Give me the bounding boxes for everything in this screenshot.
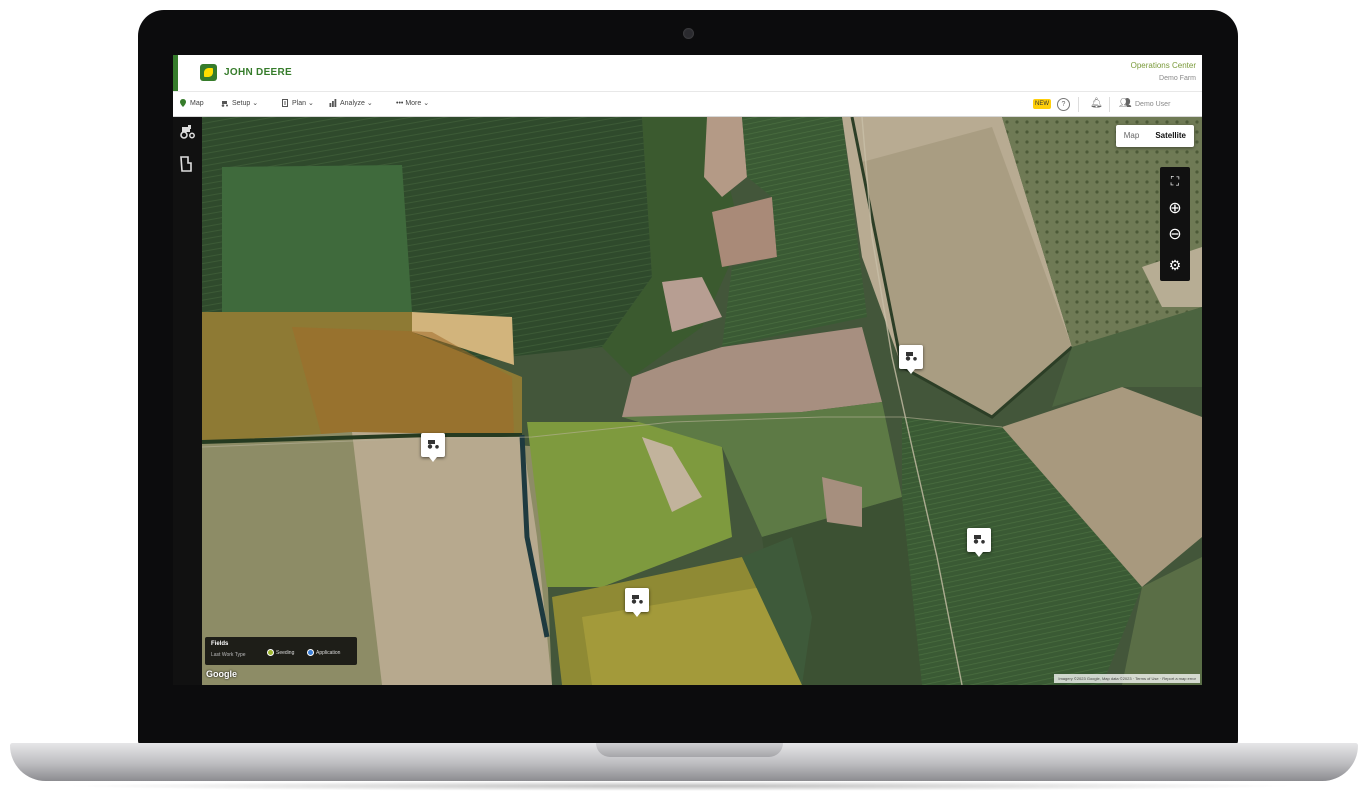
- divider: [1109, 97, 1110, 112]
- nav-label: Map: [190, 99, 204, 107]
- legend-title: Fields: [211, 641, 229, 647]
- divider: [1078, 97, 1079, 112]
- legend-item-seeding: Seeding: [267, 649, 294, 656]
- satellite-imagery: [202, 117, 1202, 685]
- map-view-button[interactable]: Map: [1116, 125, 1148, 147]
- legend-item-application: Application: [307, 649, 340, 656]
- brand-name: JOHN DEERE: [224, 67, 293, 78]
- tractor-icon: [427, 440, 439, 449]
- map-legend: Fields Last Work Type Seeding Applicatio…: [205, 637, 357, 665]
- nav-item-analyze[interactable]: Analyze ⌄: [329, 99, 373, 108]
- google-logo: Google: [206, 669, 237, 679]
- nav-label: Analyze: [340, 100, 365, 107]
- nav-item-setup[interactable]: Setup ⌄: [221, 99, 258, 107]
- tractor-icon: [631, 595, 643, 604]
- screen: JOHN DEERE Operations Center Demo Farm M…: [173, 55, 1202, 685]
- brand-header: JOHN DEERE Operations Center Demo Farm: [173, 55, 1202, 91]
- more-dots-icon: •••: [396, 100, 404, 107]
- equipment-marker[interactable]: [625, 588, 649, 617]
- new-badge[interactable]: NEW: [1033, 99, 1051, 109]
- map-pin-icon: [180, 99, 186, 107]
- user-icon[interactable]: 👥︎: [1119, 98, 1132, 109]
- app-title: Operations Center: [1130, 61, 1196, 70]
- settings-gear-icon[interactable]: ⚙: [1165, 255, 1185, 275]
- nav-label: Plan: [292, 100, 307, 107]
- main-nav: Map Setup ⌄ Plan ⌄ Analyze ⌄ ••• More ⌄ …: [173, 91, 1202, 117]
- laptop-shadow: [60, 781, 1300, 791]
- nav-item-map[interactable]: Map: [179, 99, 204, 107]
- webcam: [683, 28, 694, 39]
- map-controls: ⛶ ⊕ ⊖ ⚙: [1160, 167, 1190, 281]
- deere-logo-icon[interactable]: [200, 64, 217, 81]
- nav-item-plan[interactable]: Plan ⌄: [281, 99, 314, 108]
- tractor-icon: [221, 101, 228, 107]
- satellite-view-button[interactable]: Satellite: [1147, 125, 1194, 147]
- nav-item-more[interactable]: ••• More ⌄: [396, 99, 429, 107]
- clipboard-icon: [282, 99, 288, 108]
- legend-subtitle: Last Work Type: [211, 652, 246, 658]
- tractor-icon: [905, 352, 917, 361]
- zoom-in-icon[interactable]: ⊕: [1165, 199, 1185, 219]
- help-icon[interactable]: ?: [1057, 98, 1070, 111]
- user-menu[interactable]: Demo User: [1135, 101, 1170, 108]
- equipment-marker[interactable]: [421, 433, 445, 462]
- left-rail: [173, 117, 202, 685]
- bar-chart-icon: [329, 99, 337, 108]
- org-selector[interactable]: Demo Farm: [1159, 75, 1196, 82]
- fullscreen-icon[interactable]: ⛶: [1165, 171, 1185, 191]
- field-boundary-icon[interactable]: [179, 155, 193, 176]
- nav-label: More: [405, 100, 422, 107]
- zoom-out-icon[interactable]: ⊖: [1165, 225, 1185, 245]
- legend-dot: [307, 649, 314, 656]
- laptop-notch: [596, 743, 783, 757]
- satellite-map[interactable]: Map Satellite ⛶ ⊕ ⊖ ⚙ Fields Last Work T…: [202, 117, 1202, 685]
- equipment-marker[interactable]: [967, 528, 991, 557]
- legend-dot: [267, 649, 274, 656]
- map-type-toggle: Map Satellite: [1115, 125, 1194, 147]
- equipment-icon[interactable]: [179, 125, 196, 142]
- bell-icon[interactable]: 🔔︎: [1090, 98, 1103, 109]
- map-attribution[interactable]: Imagery ©2023 Google, Map data ©2023 · T…: [1054, 674, 1200, 683]
- nav-label: Setup: [232, 100, 251, 107]
- legend-label: Application: [316, 649, 341, 656]
- legend-label: Seeding: [276, 649, 295, 656]
- equipment-marker[interactable]: [899, 345, 923, 374]
- tractor-icon: [973, 535, 985, 544]
